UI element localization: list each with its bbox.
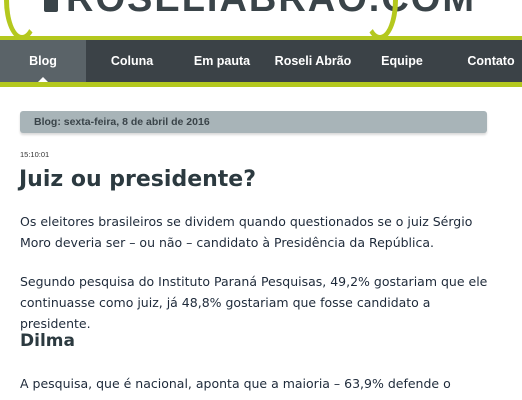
nav-item-equipe[interactable]: Equipe bbox=[364, 40, 440, 82]
post-title[interactable]: Juiz ou presidente? bbox=[19, 167, 256, 192]
breadcrumb-text: Blog: sexta-feira, 8 de abril de 2016 bbox=[34, 116, 210, 128]
nav-item-coluna[interactable]: Coluna bbox=[96, 40, 168, 82]
nav-item-em-pauta[interactable]: Em pauta bbox=[180, 40, 264, 82]
post-paragraph: A pesquisa, que é nacional, aponta que a… bbox=[20, 376, 451, 391]
post-subheading: Dilma bbox=[20, 331, 75, 351]
post-paragraph: Segundo pesquisa do Instituto Paraná Pes… bbox=[20, 274, 488, 331]
main-nav: Blog Coluna Em pauta Roseli Abrão Equipe… bbox=[0, 36, 522, 83]
breadcrumb: Blog: sexta-feira, 8 de abril de 2016 bbox=[20, 111, 487, 133]
logo-left-bracket bbox=[4, 0, 40, 36]
nav-divider bbox=[0, 82, 522, 87]
logo-mark-icon bbox=[44, 0, 58, 12]
nav-item-contato[interactable]: Contato bbox=[456, 40, 522, 82]
nav-item-blog[interactable]: Blog bbox=[0, 40, 86, 83]
logo-text: ROSELIABRAO.COM bbox=[66, 0, 476, 21]
logo-right-bracket bbox=[362, 0, 398, 36]
post-time: 15:10:01 bbox=[20, 150, 50, 159]
nav-item-roseli-abrao[interactable]: Roseli Abrão bbox=[266, 40, 360, 82]
post-paragraph-cut bbox=[20, 394, 500, 400]
site-logo[interactable]: ROSELIABRAO.COM bbox=[0, 0, 522, 36]
post-paragraph: Os eleitores brasileiros se dividem quan… bbox=[20, 214, 473, 250]
